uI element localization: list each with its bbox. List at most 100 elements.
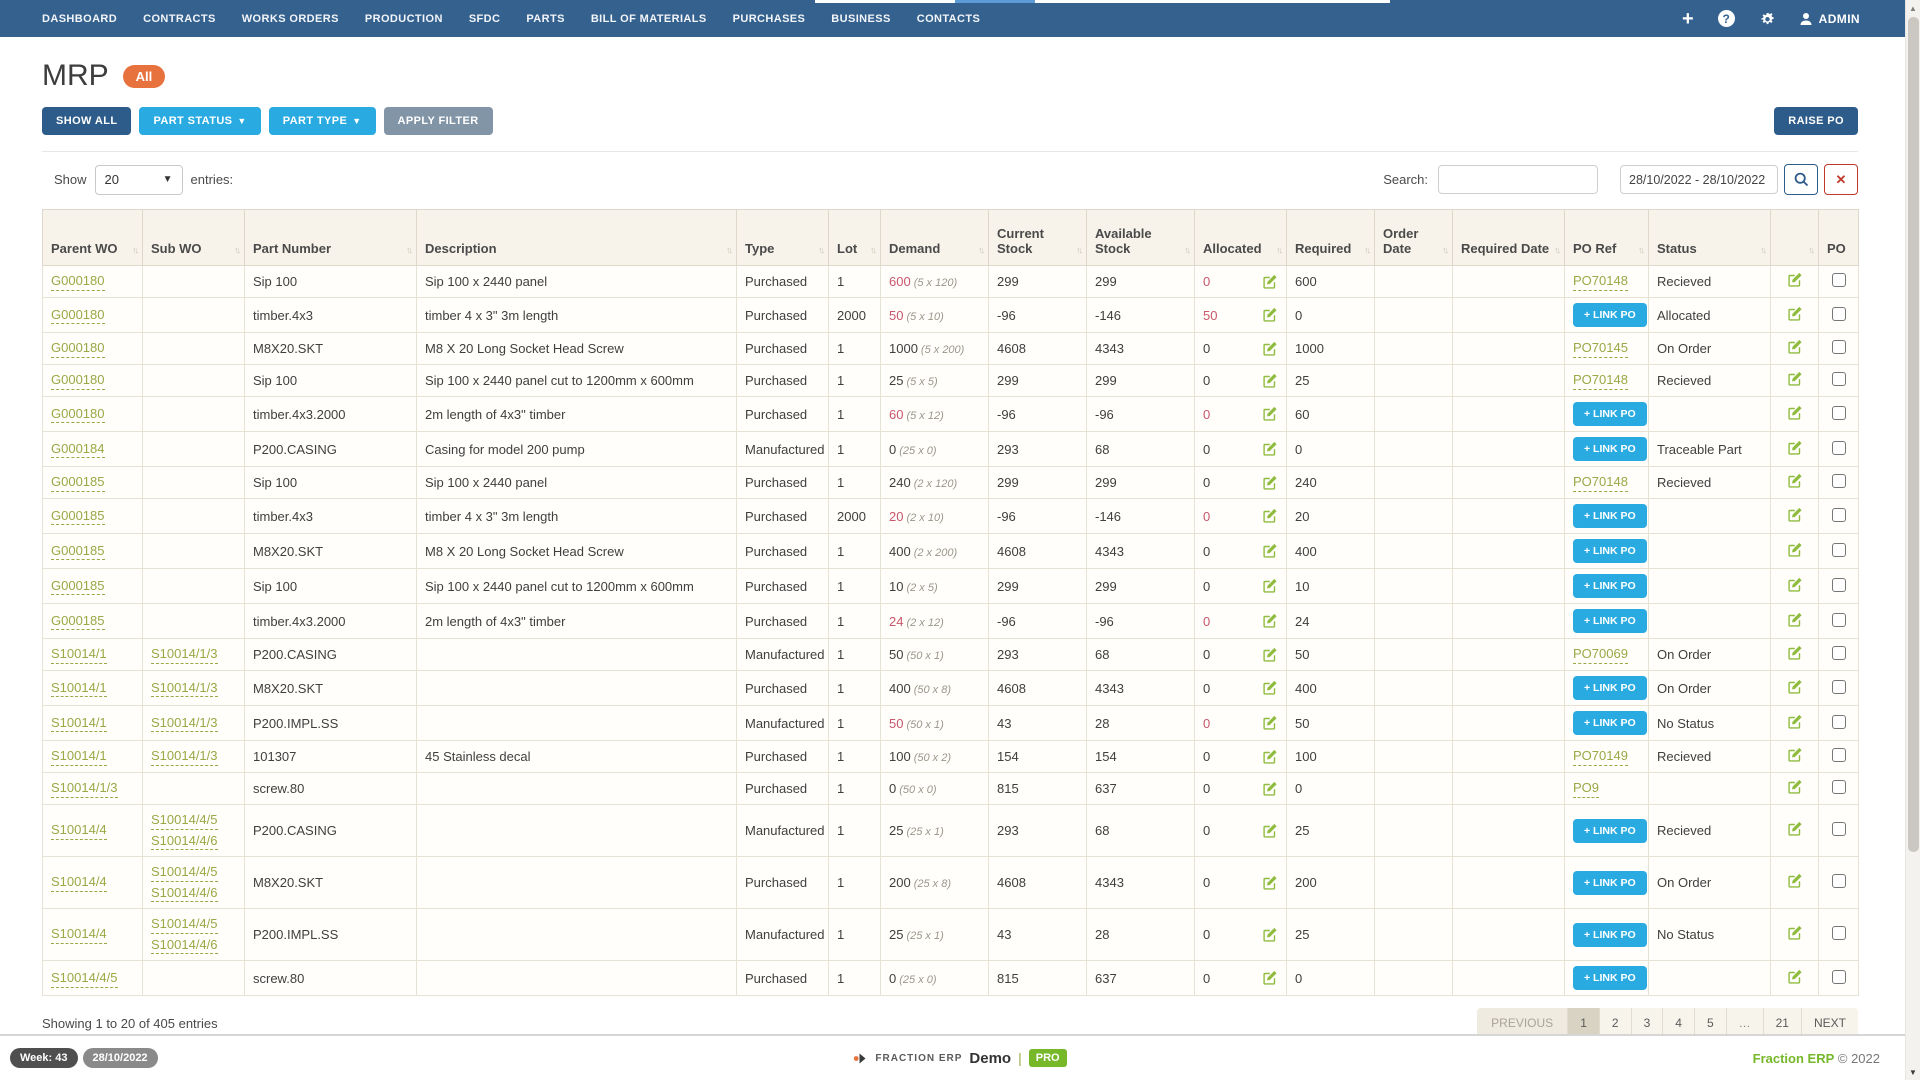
link-po-button[interactable]: + LINK PO xyxy=(1573,539,1647,563)
po-checkbox[interactable] xyxy=(1832,748,1846,762)
column-header-available-stock[interactable]: Available Stock↑↓ xyxy=(1087,210,1195,266)
edit-row-icon[interactable] xyxy=(1787,577,1803,593)
edit-allocated-icon[interactable] xyxy=(1262,341,1278,357)
edit-row-icon[interactable] xyxy=(1787,714,1803,730)
edit-row-icon[interactable] xyxy=(1787,779,1803,795)
user-menu[interactable]: ADMIN xyxy=(1799,12,1860,26)
po-ref-link[interactable]: PO9 xyxy=(1573,779,1599,798)
link-po-button[interactable]: + LINK PO xyxy=(1573,437,1647,461)
scrollbar-thumb[interactable] xyxy=(1908,17,1919,852)
link-po-button[interactable]: + LINK PO xyxy=(1573,402,1647,426)
raise-po-button[interactable]: RAISE PO xyxy=(1774,107,1858,135)
sub-wo-link[interactable]: S10014/1/3 xyxy=(151,679,218,698)
sub-wo-link[interactable]: S10014/1/3 xyxy=(151,714,218,733)
column-header-description[interactable]: Description↑↓ xyxy=(417,210,737,266)
sub-wo-link[interactable]: S10014/4/6 xyxy=(151,832,218,851)
edit-allocated-icon[interactable] xyxy=(1262,875,1278,891)
parent-wo-link[interactable]: G000180 xyxy=(51,339,105,358)
edit-row-icon[interactable] xyxy=(1787,473,1803,489)
edit-row-icon[interactable] xyxy=(1787,821,1803,837)
clear-date-button[interactable]: ✕ xyxy=(1824,164,1858,195)
link-po-button[interactable]: + LINK PO xyxy=(1573,966,1647,990)
po-ref-link[interactable]: PO70149 xyxy=(1573,747,1628,766)
column-header-order-date[interactable]: Order Date↑↓ xyxy=(1375,210,1453,266)
edit-row-icon[interactable] xyxy=(1787,440,1803,456)
edit-allocated-icon[interactable] xyxy=(1262,823,1278,839)
edit-row-icon[interactable] xyxy=(1787,306,1803,322)
link-po-button[interactable]: + LINK PO xyxy=(1573,819,1647,843)
part-type-dropdown[interactable]: PART TYPE▼ xyxy=(269,107,376,135)
parent-wo-link[interactable]: S10014/4 xyxy=(51,873,107,892)
po-checkbox[interactable] xyxy=(1832,340,1846,354)
edit-allocated-icon[interactable] xyxy=(1262,406,1278,422)
edit-allocated-icon[interactable] xyxy=(1262,274,1278,290)
show-all-button[interactable]: SHOW ALL xyxy=(42,107,131,135)
po-checkbox[interactable] xyxy=(1832,273,1846,287)
po-ref-link[interactable]: PO70148 xyxy=(1573,272,1628,291)
po-ref-link[interactable]: PO70148 xyxy=(1573,473,1628,492)
po-checkbox[interactable] xyxy=(1832,372,1846,386)
link-po-button[interactable]: + LINK PO xyxy=(1573,711,1647,735)
edit-row-icon[interactable] xyxy=(1787,969,1803,985)
edit-row-icon[interactable] xyxy=(1787,612,1803,628)
column-header-demand[interactable]: Demand↑↓ xyxy=(881,210,989,266)
edit-row-icon[interactable] xyxy=(1787,679,1803,695)
apply-filter-button[interactable]: APPLY FILTER xyxy=(384,107,493,135)
edit-allocated-icon[interactable] xyxy=(1262,970,1278,986)
edit-row-icon[interactable] xyxy=(1787,747,1803,763)
search-button[interactable] xyxy=(1784,164,1818,195)
sub-wo-link[interactable]: S10014/4/6 xyxy=(151,884,218,903)
po-checkbox[interactable] xyxy=(1832,578,1846,592)
column-header-allocated[interactable]: Allocated↑↓ xyxy=(1195,210,1287,266)
po-checkbox[interactable] xyxy=(1832,307,1846,321)
edit-allocated-icon[interactable] xyxy=(1262,647,1278,663)
po-checkbox[interactable] xyxy=(1832,822,1846,836)
po-checkbox[interactable] xyxy=(1832,543,1846,557)
date-range-input[interactable] xyxy=(1620,165,1778,194)
parent-wo-link[interactable]: S10014/4 xyxy=(51,925,107,944)
page-length-select[interactable]: 20 ▼ xyxy=(95,165,183,195)
edit-row-icon[interactable] xyxy=(1787,645,1803,661)
po-checkbox[interactable] xyxy=(1832,874,1846,888)
parent-wo-link[interactable]: S10014/4/5 xyxy=(51,969,118,988)
parent-wo-link[interactable]: G000185 xyxy=(51,612,105,631)
edit-allocated-icon[interactable] xyxy=(1262,613,1278,629)
parent-wo-link[interactable]: S10014/1/3 xyxy=(51,779,118,798)
column-header-status[interactable]: Status↑↓ xyxy=(1649,210,1771,266)
edit-allocated-icon[interactable] xyxy=(1262,508,1278,524)
sub-wo-link[interactable]: S10014/4/5 xyxy=(151,863,218,882)
parent-wo-link[interactable]: G000185 xyxy=(51,542,105,561)
column-header-po-ref[interactable]: PO Ref↑↓ xyxy=(1565,210,1649,266)
column-header-lot[interactable]: Lot↑↓ xyxy=(829,210,881,266)
po-checkbox[interactable] xyxy=(1832,441,1846,455)
column-header-parent-wo[interactable]: Parent WO↑↓ xyxy=(43,210,143,266)
column-header-required[interactable]: Required↑↓ xyxy=(1287,210,1375,266)
edit-row-icon[interactable] xyxy=(1787,339,1803,355)
edit-row-icon[interactable] xyxy=(1787,873,1803,889)
nav-item-sfdc[interactable]: SFDC xyxy=(469,13,501,25)
search-input[interactable] xyxy=(1438,165,1598,194)
edit-allocated-icon[interactable] xyxy=(1262,543,1278,559)
nav-item-parts[interactable]: PARTS xyxy=(526,13,564,25)
link-po-button[interactable]: + LINK PO xyxy=(1573,676,1647,700)
nav-item-contracts[interactable]: CONTRACTS xyxy=(143,13,216,25)
link-po-button[interactable]: + LINK PO xyxy=(1573,609,1647,633)
sub-wo-link[interactable]: S10014/4/5 xyxy=(151,915,218,934)
sub-wo-link[interactable]: S10014/4/6 xyxy=(151,936,218,955)
parent-wo-link[interactable]: G000180 xyxy=(51,371,105,390)
parent-wo-link[interactable]: S10014/1 xyxy=(51,747,107,766)
edit-allocated-icon[interactable] xyxy=(1262,749,1278,765)
po-checkbox[interactable] xyxy=(1832,970,1846,984)
po-checkbox[interactable] xyxy=(1832,680,1846,694)
edit-allocated-icon[interactable] xyxy=(1262,475,1278,491)
edit-row-icon[interactable] xyxy=(1787,405,1803,421)
parent-wo-link[interactable]: S10014/1 xyxy=(51,714,107,733)
edit-row-icon[interactable] xyxy=(1787,542,1803,558)
po-ref-link[interactable]: PO70069 xyxy=(1573,645,1628,664)
po-checkbox[interactable] xyxy=(1832,508,1846,522)
edit-allocated-icon[interactable] xyxy=(1262,927,1278,943)
column-header-sub-wo[interactable]: Sub WO↑↓ xyxy=(143,210,245,266)
parent-wo-link[interactable]: S10014/1 xyxy=(51,679,107,698)
po-checkbox[interactable] xyxy=(1832,646,1846,660)
edit-allocated-icon[interactable] xyxy=(1262,781,1278,797)
